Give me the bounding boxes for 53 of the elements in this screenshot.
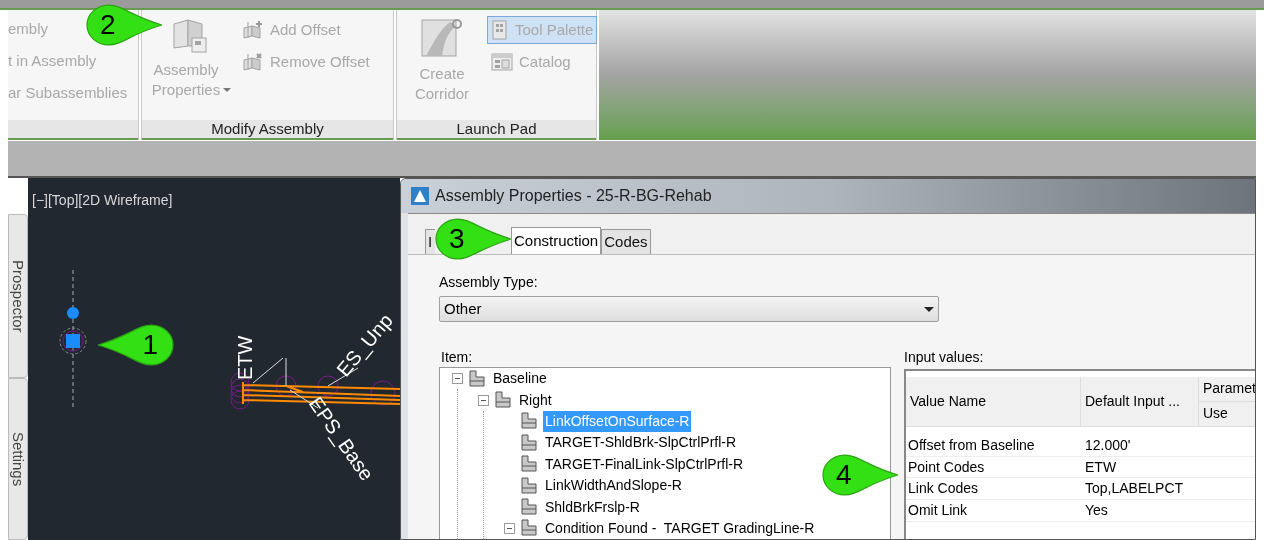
subassembly-icon [493, 391, 513, 410]
dialog-tab[interactable]: I [425, 229, 435, 254]
panel-title: Modify Assembly [142, 120, 393, 140]
palette-icon [491, 20, 509, 40]
tree-item[interactable]: TARGET-FinalLink-SlpCtrlPrfl-R [543, 453, 746, 475]
column-header[interactable]: Value Name [906, 377, 1081, 426]
dialog-tab[interactable]: Construction [511, 227, 602, 254]
subassembly-icon [519, 498, 539, 517]
tree-item[interactable]: TARGET-ShldBrk-SlpCtrlPrfl-R [543, 432, 739, 454]
subassembly-icon [519, 433, 539, 452]
panel-title: Launch Pad [397, 120, 596, 140]
tree-item[interactable]: Condition Found - TARGET GradingLine-R [543, 517, 817, 539]
tree-item[interactable]: ShldBrkFrslp-R [543, 496, 642, 518]
catalog-icon [491, 52, 513, 72]
subassembly-icon [519, 412, 539, 431]
table-cell-text: Link Codes [907, 479, 980, 499]
table-cell-text: Yes [1084, 501, 1109, 521]
app-icon [411, 187, 429, 205]
column-header[interactable]: Default Input ... [1081, 377, 1199, 426]
tree-item[interactable]: Baseline [491, 368, 549, 390]
side-tab[interactable]: Prospector [8, 214, 28, 378]
table-cell-text: 12.000' [1084, 436, 1132, 455]
collapse-toggle[interactable] [478, 394, 489, 406]
subassembly-icon [519, 519, 539, 538]
subassembly-icon [467, 369, 487, 388]
column-header[interactable]: Use [1199, 401, 1255, 426]
dialog-title: Assembly Properties - 25-R-BG-Rehab [435, 186, 712, 206]
subassembly-icon [519, 476, 539, 495]
table-cell-text: Omit Link [907, 501, 969, 521]
caret-icon [223, 88, 231, 92]
table-cell-text: ETW [1084, 457, 1118, 477]
assembly-type-dropdown[interactable]: Other [439, 296, 939, 322]
collapse-toggle[interactable] [452, 373, 463, 385]
table-cell-text: Top,LABELPCT [1084, 479, 1185, 499]
road-icon [420, 16, 464, 60]
caret-icon [924, 306, 934, 312]
subassembly-icon [519, 455, 539, 474]
tree-item[interactable]: LinkWidthAndSlope-R [543, 475, 684, 497]
side-tab[interactable]: Settings [8, 378, 28, 540]
add-offset-icon [242, 20, 264, 40]
drawing-label: ETW [234, 335, 256, 380]
table-cell-text: Point Codes [907, 457, 986, 477]
viewport-label[interactable]: [−][Top][2D Wireframe] [32, 190, 173, 211]
field-label: Input values: [904, 348, 985, 365]
tree-item[interactable]: Right [517, 389, 554, 411]
dialog-tab[interactable]: Codes [601, 229, 651, 254]
column-header[interactable]: Paramet [1199, 377, 1255, 402]
remove-offset-icon [242, 52, 264, 72]
table-cell-text: Offset from Baseline [907, 436, 1036, 455]
field-label: Assembly Type: [439, 273, 539, 290]
field-label: Item: [440, 348, 474, 365]
collapse-toggle[interactable] [504, 522, 515, 534]
assembly-icon [170, 16, 210, 56]
